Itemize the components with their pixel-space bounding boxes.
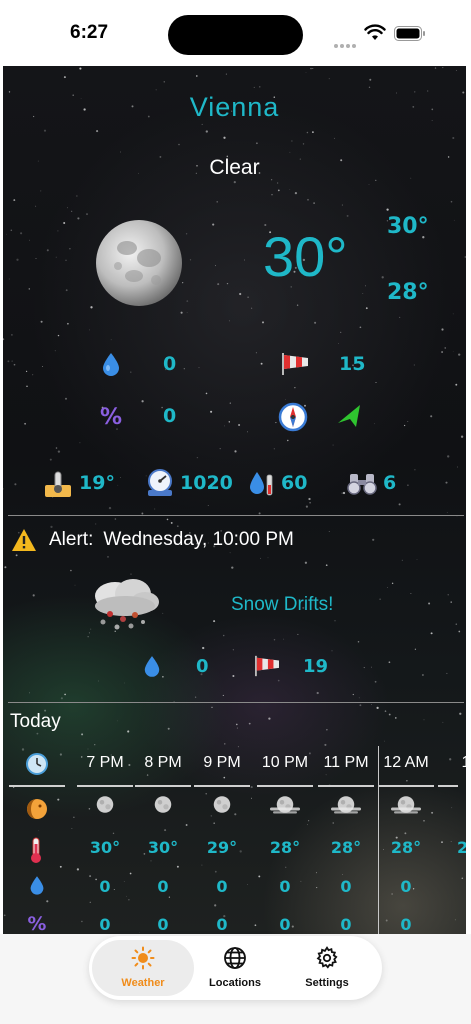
low-temperature: 28° <box>387 280 429 305</box>
hour-temp: 29° <box>206 838 238 857</box>
windsock-icon <box>255 655 279 677</box>
high-temperature: 30° <box>387 214 429 239</box>
hour-underline <box>318 785 374 787</box>
tab-settings[interactable]: Settings <box>282 946 372 992</box>
alert-wind: 19 <box>303 656 329 677</box>
status-time: 6:27 <box>70 22 109 43</box>
sun-icon <box>131 946 155 970</box>
raindrop-icon <box>103 353 119 376</box>
hour-label: 12 AM <box>383 754 429 771</box>
tab-locations[interactable]: Locations <box>190 946 280 992</box>
today-section-title: Today <box>10 711 61 732</box>
snow-storm-icon <box>95 579 159 630</box>
alert-event: Snow Drifts! <box>231 594 334 615</box>
dew-point-icon <box>45 471 71 497</box>
hour-underline <box>135 785 191 787</box>
header-underline <box>9 785 65 787</box>
moon-haze-icon <box>331 796 361 814</box>
condition-text: Clear <box>209 156 260 179</box>
day-separator <box>378 746 379 934</box>
hour-temp: 2 <box>457 838 466 857</box>
pressure-value: 1020 <box>180 472 233 494</box>
divider-alert <box>8 702 464 703</box>
svg-text:%: % <box>28 914 47 934</box>
alert-header[interactable]: Alert: Wednesday, 10:00 PM <box>11 528 294 552</box>
hour-underline <box>438 785 458 787</box>
raindrop-icon <box>144 656 160 677</box>
hour-precip-probability: 0 <box>400 915 412 934</box>
alert-time: Wednesday, 10:00 PM <box>103 529 294 550</box>
alert-label: Alert: <box>49 529 94 550</box>
hour-precip-probability: 0 <box>216 915 228 934</box>
hour-label: 9 PM <box>203 754 241 771</box>
weather-panel: Vienna Clear 30° 30° 28° 0 15 % 0 19° 10… <box>3 66 466 934</box>
compass-icon <box>278 402 308 432</box>
tab-locations-label: Locations <box>209 977 261 989</box>
status-bar: 6:27 <box>0 0 471 66</box>
battery-icon <box>394 26 425 41</box>
moon-icon <box>96 796 114 813</box>
moon-haze-icon <box>391 796 421 814</box>
tab-weather[interactable]: Weather <box>98 946 188 992</box>
hour-precip: 0 <box>157 877 169 896</box>
hour-label: 7 PM <box>86 754 124 771</box>
hour-precip: 0 <box>279 877 291 896</box>
hour-label: 1 <box>437 754 466 772</box>
hour-temp: 28° <box>390 838 422 857</box>
thermometer-icon <box>31 837 41 863</box>
hour-precip-probability: 0 <box>279 915 291 934</box>
hour-label: 8 PM <box>144 754 182 771</box>
gear-icon <box>316 946 338 969</box>
svg-text:%: % <box>100 405 122 430</box>
clock-icon <box>26 753 48 775</box>
wind-speed: 15 <box>339 353 366 375</box>
hour-temp: 30° <box>89 838 121 857</box>
alert-precip: 0 <box>196 656 209 677</box>
hour-precip: 0 <box>216 877 228 896</box>
dynamic-island <box>168 15 303 55</box>
divider-current <box>8 515 464 516</box>
humidity-value: 0 <box>163 405 177 427</box>
dew-point-value: 19° <box>79 472 115 494</box>
cellular-signal-icon <box>334 33 360 48</box>
hour-temp: 28° <box>269 838 301 857</box>
city-name: Vienna <box>189 92 280 122</box>
precip-amount: 0 <box>163 353 177 375</box>
precip-probability-value: 60 <box>281 472 308 494</box>
windsock-icon <box>282 353 308 375</box>
hour-precip: 0 <box>340 877 352 896</box>
raindrop-icon <box>30 876 44 895</box>
hour-temp: 30° <box>147 838 179 857</box>
hour-precip-probability: 0 <box>99 915 111 934</box>
hour-temp: 28° <box>330 838 362 857</box>
hour-precip-probability: 0 <box>157 915 169 934</box>
tab-settings-label: Settings <box>305 977 349 989</box>
current-temperature: 30° <box>263 225 348 288</box>
globe-icon <box>224 947 246 969</box>
hour-precip-probability: 0 <box>340 915 352 934</box>
visibility-value: 6 <box>383 472 397 494</box>
hour-precip: 0 <box>400 877 412 896</box>
hour-underline <box>77 785 133 787</box>
hour-label: 11 PM <box>323 754 369 771</box>
moon-icon <box>96 220 182 306</box>
moon-haze-icon <box>270 796 300 814</box>
warning-icon <box>12 529 36 551</box>
moon-icon <box>154 796 172 813</box>
percent-icon: % <box>28 914 47 934</box>
binoculars-icon <box>347 474 377 495</box>
barometer-icon <box>148 469 172 496</box>
moon-icon <box>213 796 231 813</box>
tab-weather-label: Weather <box>121 977 165 989</box>
moon-phase-icon <box>27 799 47 819</box>
hour-underline <box>194 785 250 787</box>
hour-label: 10 PM <box>261 754 309 771</box>
hour-precip: 0 <box>99 877 111 896</box>
hour-underline <box>378 785 434 787</box>
hour-underline <box>257 785 313 787</box>
precip-probability-icon <box>250 472 273 496</box>
percent-icon: % <box>100 405 122 430</box>
wifi-icon <box>364 24 386 40</box>
wind-direction-arrow-icon <box>338 405 360 427</box>
